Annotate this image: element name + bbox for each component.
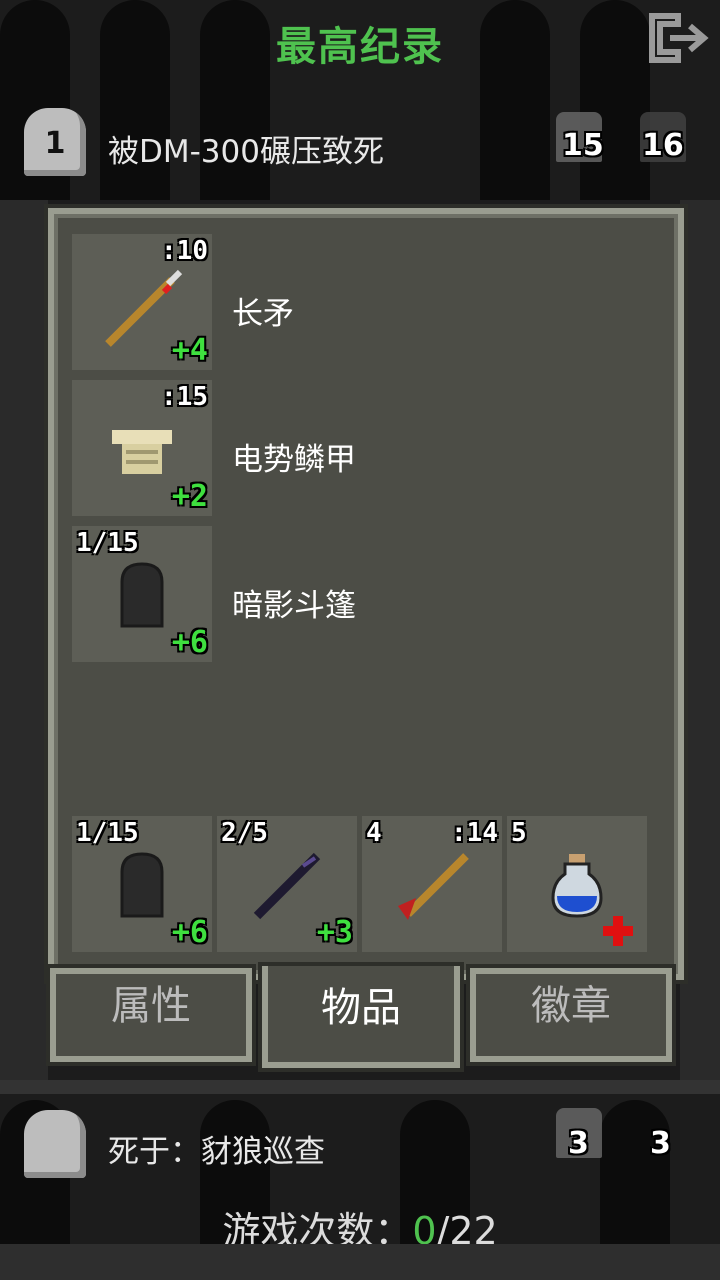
exit-icon [649,13,709,63]
quickslot-4[interactable]: 5 [507,816,647,952]
tab-badges[interactable]: 徽章 [470,968,672,1062]
tab-items[interactable]: 物品 [262,966,460,1068]
record-depth: 3 [568,1126,589,1161]
charge-label: 2/5 [221,818,268,848]
item-name: 暗影斗篷 [232,588,356,624]
charge-label: 1/15 [76,818,139,848]
record-level: 3 [650,1126,671,1161]
quantity-label: 4 [366,818,382,848]
record-depth: 15 [562,128,604,163]
upgrade-level: +2 [171,479,208,514]
tab-label: 徽章 [531,983,611,1029]
durability-label: :14 [451,818,498,848]
tab-stats[interactable]: 属性 [50,968,252,1062]
upgrade-level: +3 [316,915,353,950]
equip-slot-weapon[interactable]: :10 +4 [72,234,212,370]
upgrade-level: +6 [171,915,208,950]
charge-label: 1/15 [76,528,139,558]
item-name: 电势鳞甲 [232,442,356,478]
page-title: 最高纪录 [276,24,444,70]
durability-label: :10 [161,236,208,266]
tombstone-icon [24,1110,86,1178]
equip-slot-armor[interactable]: :15 +2 [72,380,212,516]
quickslot-1[interactable]: 1/15 +6 [72,816,212,952]
record-cause: 被DM-300碾压致死 [108,134,384,170]
tab-label: 属性 [111,983,191,1029]
bottom-bar [0,1244,720,1280]
tombstone-icon: 1 [24,108,86,176]
record-row[interactable]: 1 被DM-300碾压致死 15 16 [0,104,720,194]
quantity-label: 5 [511,818,527,848]
record-cause: 死于：豺狼巡查 [108,1134,325,1170]
exit-button[interactable] [648,12,712,64]
item-name: 长矛 [232,296,294,332]
record-level: 16 [642,128,684,163]
record-row[interactable]: 死于：豺狼巡查 3 3 [0,1104,720,1194]
tab-label: 物品 [321,985,401,1031]
equip-slot-artifact[interactable]: 1/15 +6 [72,526,212,662]
record-detail-window: :10 +4 长矛 :15 +2 电势鳞甲 1/15 +6 暗影斗篷 1/15 … [48,208,684,980]
quickslot-3[interactable]: 4 :14 [362,816,502,952]
record-rank: 1 [44,126,66,161]
quickslot-2[interactable]: 2/5 +3 [217,816,357,952]
upgrade-level: +4 [171,333,208,368]
potion-icon [551,854,633,946]
upgrade-level: +6 [171,625,208,660]
durability-label: :15 [161,382,208,412]
